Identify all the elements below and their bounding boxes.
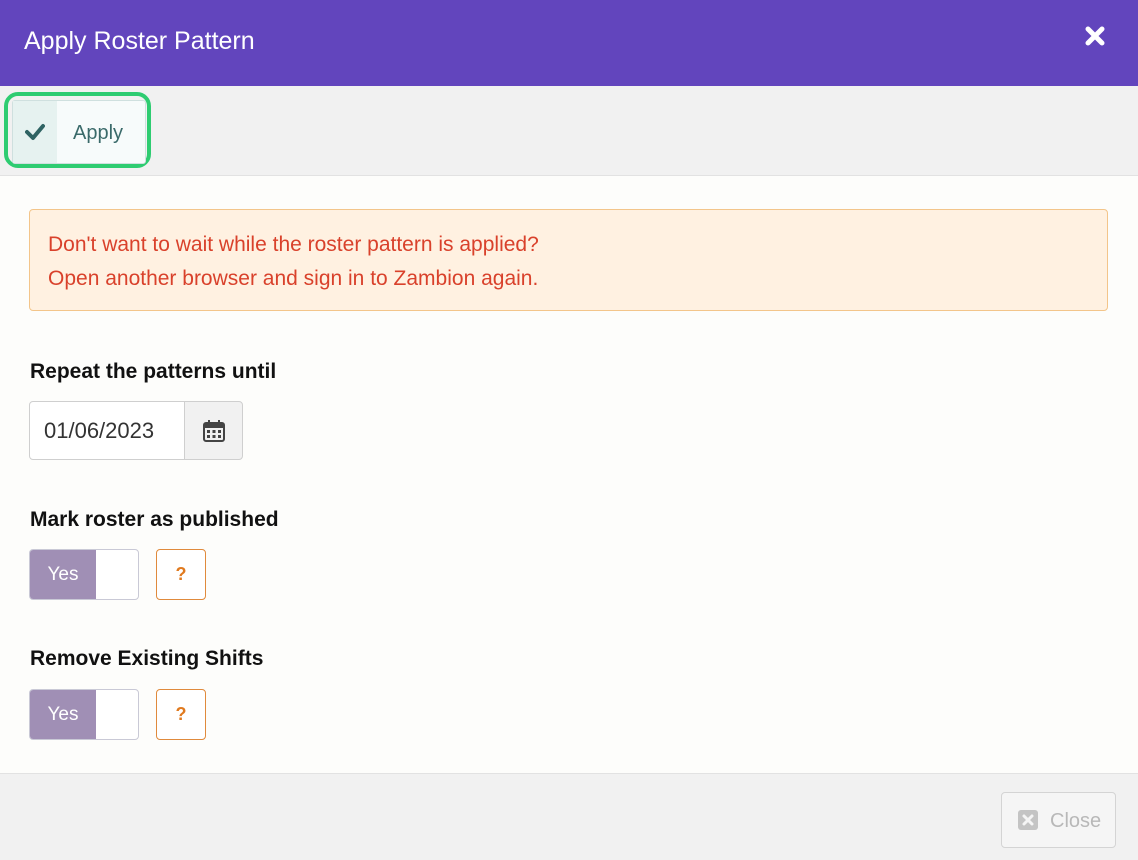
alert-line-2: Open another browser and sign in to Zamb… — [48, 267, 539, 290]
close-button[interactable]: Close — [1001, 792, 1116, 848]
alert-line-1: Don't want to wait while the roster patt… — [48, 233, 539, 256]
dialog-title: Apply Roster Pattern — [24, 27, 255, 55]
remove-shifts-help-button[interactable]: ? — [156, 689, 206, 740]
remove-shifts-toggle-on: Yes — [30, 690, 96, 739]
remove-shifts-label: Remove Existing Shifts — [30, 647, 264, 670]
check-icon — [25, 124, 45, 140]
publish-toggle[interactable]: Yes — [29, 549, 139, 600]
repeat-label: Repeat the patterns until — [30, 360, 277, 383]
remove-shifts-toggle[interactable]: Yes — [29, 689, 139, 740]
calendar-icon — [203, 420, 225, 442]
close-square-icon — [1018, 810, 1038, 830]
apply-label: Apply — [73, 122, 124, 144]
dialog-header: Apply Roster Pattern — [0, 0, 1138, 86]
calendar-button[interactable] — [184, 401, 243, 460]
publish-toggle-on: Yes — [30, 550, 96, 599]
close-icon[interactable] — [1083, 24, 1107, 48]
dialog-footer — [0, 773, 1138, 860]
repeat-until-date-input[interactable] — [29, 401, 185, 460]
apply-button[interactable]: Apply — [12, 100, 146, 164]
close-button-label: Close — [1050, 810, 1102, 832]
apply-icon-wrap — [13, 101, 57, 163]
publish-help-button[interactable]: ? — [156, 549, 206, 600]
publish-label: Mark roster as published — [30, 508, 279, 531]
info-alert: Don't want to wait while the roster patt… — [29, 209, 1108, 311]
dialog-toolbar — [0, 86, 1138, 176]
